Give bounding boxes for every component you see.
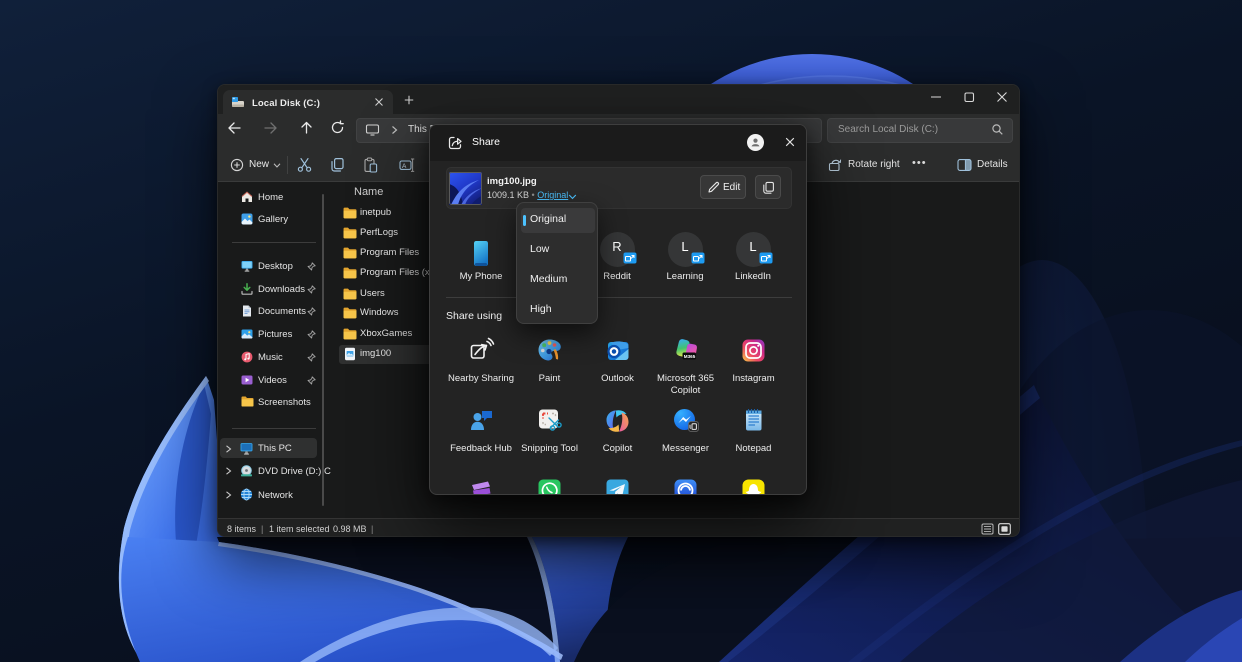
svg-text:M365: M365: [684, 354, 696, 359]
svg-text:A: A: [402, 163, 407, 170]
